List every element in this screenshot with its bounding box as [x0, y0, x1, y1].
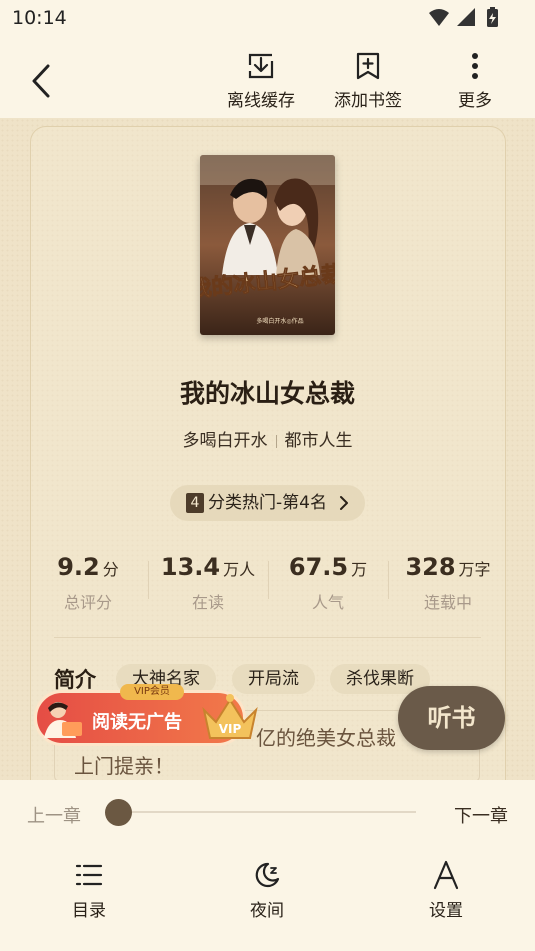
stat-label: 在读 [191, 593, 224, 612]
stat-label: 总评分 [63, 593, 112, 612]
intro-text-line: 上门提亲！ [74, 754, 174, 778]
vip-ad-free-banner[interactable]: VIP会员 阅读无广告 VIP [34, 684, 262, 750]
stat-rating: 9.2 分 总评分 [28, 553, 148, 613]
more-vertical-icon [472, 53, 478, 79]
vip-crown-label: VIP [219, 722, 242, 736]
stat-label: 人气 [311, 593, 344, 612]
status-bar: 10:14 [0, 0, 535, 38]
stat-unit: 万人 [223, 560, 256, 579]
wifi-icon [429, 9, 449, 26]
back-button[interactable] [24, 60, 60, 100]
battery-icon [487, 7, 498, 27]
status-icons [429, 7, 498, 27]
font-settings-icon [433, 860, 459, 890]
catalog-label: 目录 [72, 901, 106, 921]
cover-author: 多喝白开水◎作品 [256, 317, 303, 325]
book-stats: 9.2 分 总评分 13.4 万人 在读 67.5 万 人气 328 万字 连载中 [28, 553, 508, 613]
signal-icon [457, 8, 475, 26]
rank-pill[interactable]: 4 分类热门-第4名 [170, 485, 365, 521]
stat-unit: 分 [102, 560, 119, 579]
stat-unit: 万字 [458, 560, 491, 579]
night-mode-button[interactable]: 夜间 [227, 860, 307, 921]
book-meta: 多喝白开水 都市人生 [0, 426, 535, 451]
stat-value: 9.2 [57, 553, 100, 581]
next-chapter-button[interactable]: 下一章 [454, 802, 508, 828]
stat-readers: 13.4 万人 在读 [148, 553, 268, 613]
stat-label: 连载中 [423, 593, 472, 612]
book-cover[interactable]: 我的冰山女总裁 多喝白开水◎作品 [200, 155, 335, 335]
more-label: 更多 [458, 91, 492, 111]
bookmark-add-icon [356, 52, 380, 80]
back-arrow-icon [32, 64, 50, 98]
stat-word-count: 328 万字 连载中 [388, 553, 508, 613]
offline-cache-label: 离线缓存 [227, 91, 295, 111]
stat-popularity: 67.5 万 人气 [268, 553, 388, 613]
section-divider [54, 637, 481, 638]
moon-icon [255, 862, 280, 888]
vip-crown-icon: VIP [202, 694, 258, 739]
reader-illustration-icon [44, 702, 82, 738]
chapter-progress-thumb[interactable] [105, 799, 132, 826]
prev-chapter-button[interactable]: 上一章 [27, 802, 81, 828]
add-bookmark-label: 添加书签 [334, 91, 402, 111]
add-bookmark-button[interactable]: 添加书签 [323, 52, 413, 112]
settings-button[interactable]: 设置 [406, 860, 486, 921]
stat-value: 67.5 [288, 553, 349, 581]
catalog-button[interactable]: 目录 [49, 860, 129, 921]
chapter-progress-track[interactable] [118, 811, 416, 813]
rank-text: 分类热门-第4名 [208, 493, 327, 513]
status-time: 10:14 [12, 7, 67, 29]
stat-value: 13.4 [160, 553, 221, 581]
download-icon [248, 53, 274, 79]
book-category[interactable]: 都市人生 [285, 431, 353, 451]
meta-divider [275, 434, 277, 448]
chevron-right-icon [339, 485, 349, 534]
book-author[interactable]: 多喝白开水 [183, 431, 268, 451]
reader-control-panel: 上一章 下一章 目录 夜间 设置 [0, 780, 535, 951]
settings-label: 设置 [429, 901, 463, 921]
offline-cache-button[interactable]: 离线缓存 [216, 52, 306, 112]
listen-button[interactable]: 听书 [398, 686, 505, 750]
top-bar: 离线缓存 添加书签 更多 [0, 38, 535, 118]
list-icon [75, 864, 103, 886]
stat-value: 328 [405, 553, 456, 581]
more-button[interactable]: 更多 [430, 52, 520, 112]
stat-unit: 万 [351, 560, 368, 579]
vip-member-badge: VIP会员 [120, 684, 184, 700]
book-title: 我的冰山女总裁 [179, 379, 355, 408]
night-mode-label: 夜间 [250, 901, 284, 921]
rank-number-badge: 4 [186, 493, 204, 513]
vip-banner-text: 阅读无广告 [92, 712, 182, 733]
cover-illustration: 我的冰山女总裁 多喝白开水◎作品 [200, 155, 335, 335]
